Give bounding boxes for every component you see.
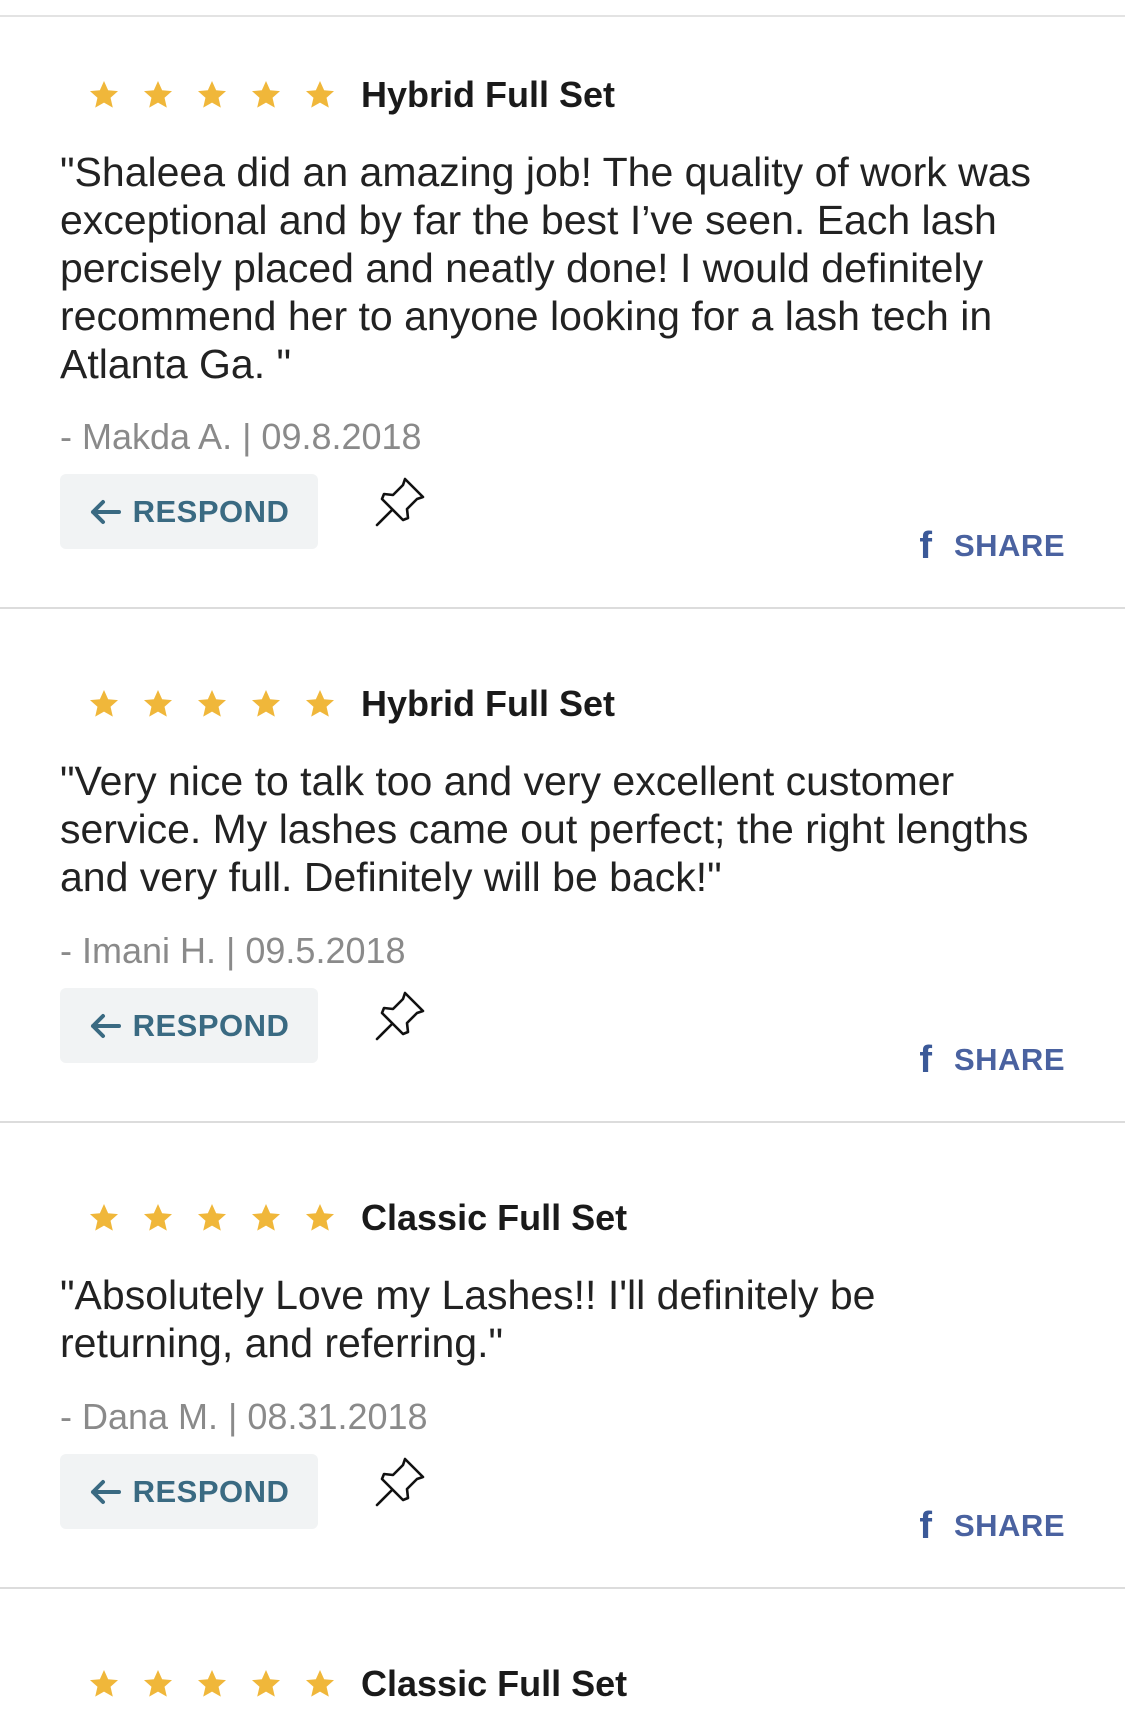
star-icon [144,690,172,717]
star-rating [88,688,336,720]
share-label: SHARE [953,1042,1065,1077]
star-icon [198,1204,226,1231]
star-rating [88,1668,336,1700]
review-divider [0,1121,1125,1123]
share-button[interactable]: f SHARE [919,1040,1065,1080]
review-divider [0,1587,1125,1589]
star-icon [198,81,226,108]
service-name: Hybrid Full Set [361,683,616,724]
respond-button[interactable]: RESPOND [60,988,318,1063]
share-label: SHARE [953,1508,1065,1543]
star-icon [144,1670,172,1697]
facebook-icon: f [919,1505,932,1547]
star-icon [306,81,334,108]
respond-button[interactable]: RESPOND [60,1454,318,1529]
pushpin-icon[interactable] [372,474,428,530]
top-divider [0,15,1125,17]
star-icon [90,1670,118,1697]
reply-arrow-icon [90,1479,121,1504]
facebook-icon: f [919,1039,932,1081]
star-icon [90,1204,118,1231]
review-text: "Shaleea did an amazing job! The quality… [60,149,1032,387]
pushpin-icon[interactable] [372,988,428,1044]
star-icon [252,1204,280,1231]
star-icon [198,690,226,717]
respond-label: RESPOND [132,493,290,529]
star-icon [306,690,334,717]
star-icon [306,1670,334,1697]
star-icon [90,690,118,717]
star-icon [306,1204,334,1231]
star-icon [144,1204,172,1231]
reply-arrow-icon [90,1013,121,1038]
star-rating [88,79,336,111]
review-byline: - Dana M. | 08.31.2018 [60,1396,428,1437]
star-icon [90,81,118,108]
pushpin-icon[interactable] [372,1454,428,1510]
share-label: SHARE [953,528,1065,563]
review-divider [0,607,1125,609]
star-icon [198,1670,226,1697]
review-byline: - Imani H. | 09.5.2018 [60,930,406,971]
reply-arrow-icon [90,499,121,524]
respond-label: RESPOND [132,1007,290,1043]
star-icon [144,81,172,108]
star-icon [252,1670,280,1697]
star-rating [88,1202,336,1234]
service-name: Classic Full Set [361,1197,628,1238]
respond-label: RESPOND [132,1473,290,1509]
facebook-icon: f [919,525,932,567]
star-icon [252,81,280,108]
share-button[interactable]: f SHARE [919,526,1065,566]
review-byline: - Makda A. | 09.8.2018 [60,416,422,457]
star-icon [252,690,280,717]
service-name: Hybrid Full Set [361,74,616,115]
review-text: "Very nice to talk too and very excellen… [60,758,1029,900]
review-text: "Absolutely Love my Lashes!! I'll defini… [60,1272,876,1366]
respond-button[interactable]: RESPOND [60,474,318,549]
share-button[interactable]: f SHARE [919,1506,1065,1546]
service-name: Classic Full Set [361,1663,628,1704]
